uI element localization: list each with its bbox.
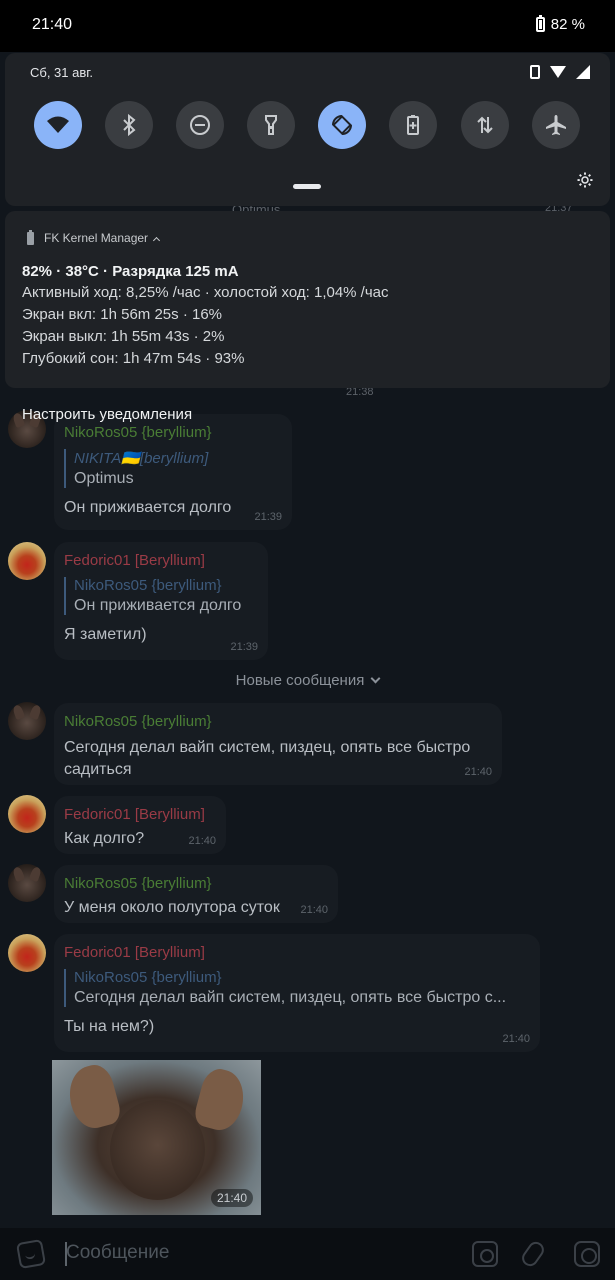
message-time: 21:39 bbox=[254, 511, 282, 523]
wifi-signal-icon bbox=[550, 66, 566, 78]
status-time: 21:40 bbox=[32, 16, 73, 33]
quick-settings-panel: Сб, 31 авг. bbox=[5, 53, 610, 206]
new-messages-label: Новые сообщения bbox=[235, 672, 365, 689]
sticker-icon[interactable] bbox=[15, 1238, 47, 1270]
message-bubble[interactable]: Fedoric01 [Beryllium] NikoRos05 {berylli… bbox=[54, 542, 268, 660]
photo-content bbox=[62, 1061, 124, 1133]
reply-text: Optimus bbox=[74, 470, 134, 487]
message-text: У меня около полутора суток bbox=[64, 899, 280, 916]
message-bubble[interactable]: NikoRos05 {beryllium} NIKITA🇺🇦[beryllium… bbox=[54, 414, 292, 530]
photo-message[interactable]: 21:40 bbox=[52, 1060, 261, 1215]
mobile-data-icon bbox=[477, 116, 493, 134]
sender-name[interactable]: NikoRos05 {beryllium} bbox=[64, 875, 328, 892]
message-time: 21:39 bbox=[230, 641, 258, 653]
photo-content bbox=[110, 1100, 205, 1200]
tile-airplane-mode[interactable] bbox=[532, 101, 580, 149]
camera-icon[interactable] bbox=[472, 1241, 498, 1267]
qs-status-icons bbox=[530, 65, 590, 79]
sender-name[interactable]: Fedoric01 [Beryllium] bbox=[64, 552, 258, 569]
message-text: Сегодня делал вайп систем, пиздец, опять… bbox=[64, 739, 471, 778]
chevron-down-icon bbox=[370, 673, 381, 684]
reply-sender: NikoRos05 {beryllium} bbox=[74, 969, 222, 986]
message-time: 21:40 bbox=[300, 904, 328, 916]
cell-signal-icon bbox=[576, 65, 590, 79]
notification-line: Экран выкл: 1h 55m 43s · 2% bbox=[22, 328, 225, 345]
reply-sender: NikoRos05 {beryllium} bbox=[74, 577, 222, 594]
notification-line: Экран вкл: 1h 56m 25s · 16% bbox=[22, 306, 223, 323]
auto-rotate-icon bbox=[332, 115, 352, 135]
tile-flashlight[interactable] bbox=[247, 101, 295, 149]
battery-icon bbox=[535, 15, 545, 32]
sender-name[interactable]: Fedoric01 [Beryllium] bbox=[64, 806, 216, 823]
reply-quote[interactable]: NikoRos05 {beryllium} Сегодня делал вайп… bbox=[64, 969, 530, 1007]
reply-sender: NIKITA🇺🇦[beryllium] bbox=[74, 450, 209, 467]
tile-wifi[interactable] bbox=[34, 101, 82, 149]
do-not-disturb-icon bbox=[190, 115, 210, 135]
attach-icon[interactable] bbox=[518, 1238, 548, 1270]
sender-name[interactable]: NikoRos05 {beryllium} bbox=[64, 424, 282, 441]
avatar[interactable] bbox=[8, 864, 46, 902]
message-time: 21:40 bbox=[188, 835, 216, 847]
vibrate-icon bbox=[530, 65, 540, 79]
photo-content bbox=[191, 1065, 251, 1135]
message-text: Ты на нем?) bbox=[64, 1018, 155, 1035]
battery-percent: 82 % bbox=[550, 16, 585, 33]
qs-drag-handle[interactable] bbox=[293, 184, 321, 189]
notification-card[interactable]: FK Kernel Manager 82% · 38°C · Разрядка … bbox=[5, 211, 610, 388]
sender-name[interactable]: NikoRos05 {beryllium} bbox=[64, 713, 492, 730]
message-bubble[interactable]: NikoRos05 {beryllium} Сегодня делал вайп… bbox=[54, 703, 502, 785]
manage-notifications-button[interactable]: Настроить уведомления bbox=[22, 406, 192, 423]
collapse-caret-icon[interactable] bbox=[153, 236, 161, 244]
tile-auto-rotate[interactable] bbox=[318, 101, 366, 149]
settings-gear-icon[interactable] bbox=[576, 171, 594, 189]
avatar[interactable] bbox=[8, 934, 46, 972]
video-message-icon[interactable] bbox=[574, 1241, 600, 1267]
bluetooth-icon bbox=[123, 113, 136, 137]
reply-text: Сегодня делал вайп систем, пиздец, опять… bbox=[74, 989, 507, 1006]
avatar[interactable] bbox=[8, 542, 46, 580]
wifi-icon bbox=[47, 116, 69, 133]
notification-app-name: FK Kernel Manager bbox=[44, 231, 149, 245]
message-time: 21:40 bbox=[502, 1033, 530, 1045]
tile-mobile-data[interactable] bbox=[461, 101, 509, 149]
battery-saver-icon bbox=[407, 115, 419, 135]
notification-title: 82% · 38°C · Разрядка 125 mA bbox=[22, 263, 239, 280]
battery-app-icon bbox=[27, 229, 34, 245]
message-bubble[interactable]: Fedoric01 [Beryllium] Как долго? 21:40 bbox=[54, 796, 226, 854]
sender-name[interactable]: Fedoric01 [Beryllium] bbox=[64, 944, 530, 961]
message-bubble[interactable]: Fedoric01 [Beryllium] NikoRos05 {berylli… bbox=[54, 934, 540, 1052]
airplane-icon bbox=[546, 115, 566, 135]
notification-header[interactable]: FK Kernel Manager bbox=[27, 229, 161, 245]
notification-line: Активный ход: 8,25% /час · холостой ход:… bbox=[22, 284, 389, 301]
avatar[interactable] bbox=[8, 702, 46, 740]
message-input[interactable]: Сообщение bbox=[66, 1242, 169, 1264]
status-right: 82 % bbox=[535, 15, 585, 33]
tile-do-not-disturb[interactable] bbox=[176, 101, 224, 149]
message-bubble[interactable]: NikoRos05 {beryllium} У меня около полут… bbox=[54, 865, 338, 923]
message-text: Я заметил) bbox=[64, 626, 147, 643]
photo-time: 21:40 bbox=[210, 1189, 253, 1207]
avatar[interactable] bbox=[8, 795, 46, 833]
message-composer: Сообщение bbox=[0, 1228, 615, 1280]
reply-quote[interactable]: NIKITA🇺🇦[beryllium] Optimus bbox=[64, 449, 282, 488]
notification-line: Глубокий сон: 1h 47m 54s · 93% bbox=[22, 350, 245, 367]
message-time: 21:40 bbox=[464, 766, 492, 778]
tile-battery-saver[interactable] bbox=[389, 101, 437, 149]
new-messages-divider[interactable]: Новые сообщения bbox=[0, 672, 615, 694]
qs-date[interactable]: Сб, 31 авг. bbox=[30, 65, 93, 80]
status-bar: 21:40 82 % bbox=[0, 0, 615, 52]
reply-quote[interactable]: NikoRos05 {beryllium} Он приживается дол… bbox=[64, 577, 258, 615]
flashlight-icon bbox=[265, 115, 277, 135]
message-text: Он приживается долго bbox=[64, 499, 232, 516]
tile-bluetooth[interactable] bbox=[105, 101, 153, 149]
reply-text: Он приживается долго bbox=[74, 597, 242, 614]
